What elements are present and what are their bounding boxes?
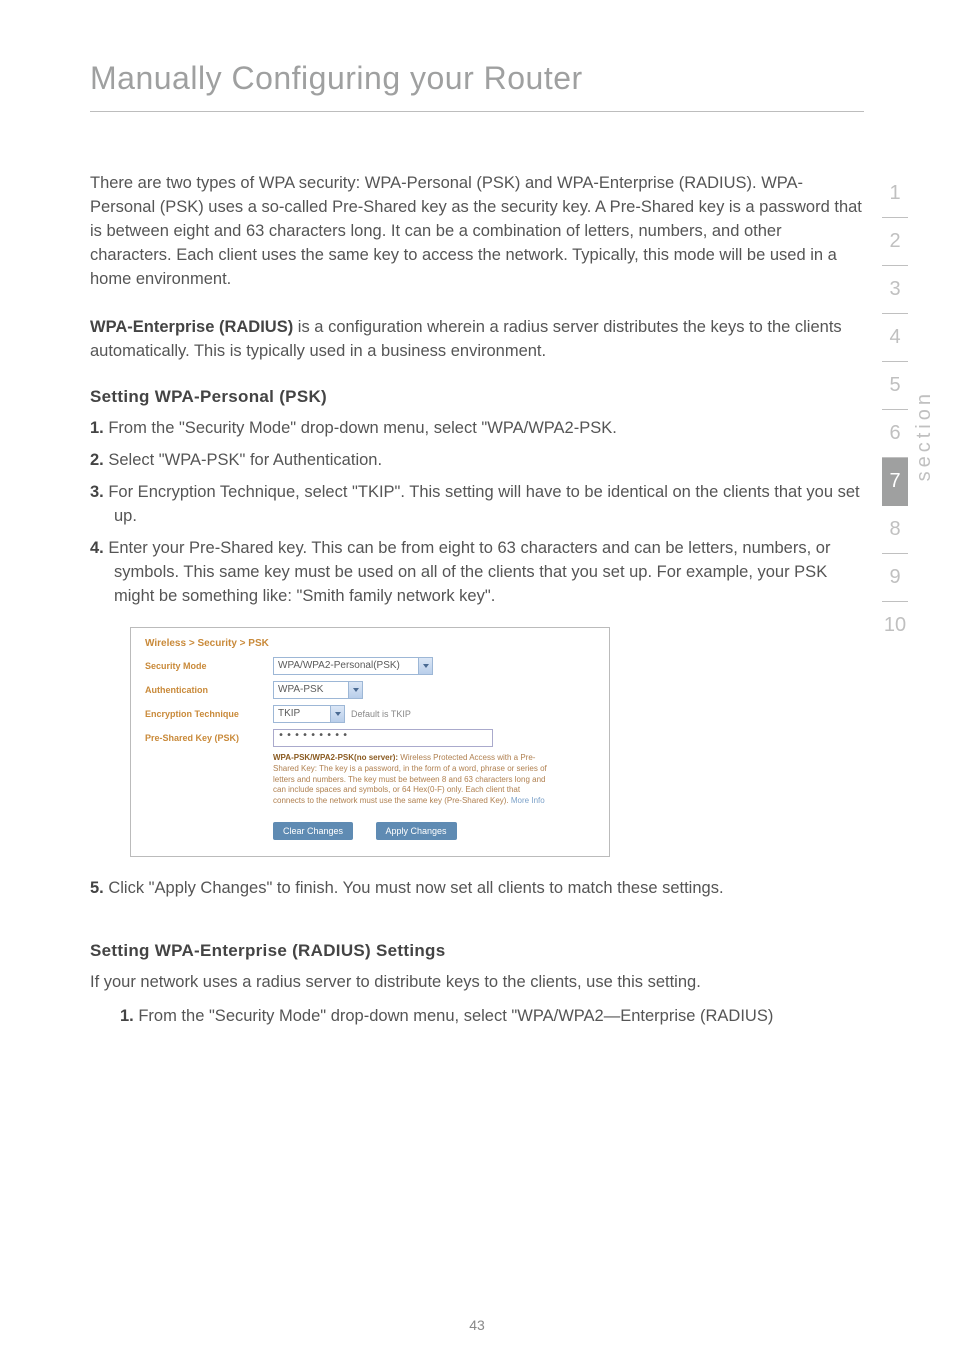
nav-item-7[interactable]: 7: [882, 458, 908, 506]
desc-bold: WPA-PSK/WPA2-PSK(no server):: [273, 753, 400, 762]
button-row: Clear Changes Apply Changes: [273, 821, 595, 840]
radius-step-1: 1. From the "Security Mode" drop-down me…: [90, 1005, 864, 1029]
select-encryption[interactable]: TKIP: [273, 705, 345, 723]
page-title: Manually Configuring your Router: [90, 60, 864, 112]
step-number: 3.: [90, 483, 104, 501]
nav-item-4[interactable]: 4: [882, 314, 908, 362]
step-text: From the "Security Mode" drop-down menu,…: [134, 1007, 774, 1025]
wpa-enterprise-label: WPA-Enterprise (RADIUS): [90, 318, 293, 336]
section-nav: 1 2 3 4 5 6 7 8 9 10: [882, 170, 908, 649]
clear-changes-button[interactable]: Clear Changes: [273, 822, 353, 840]
apply-changes-button[interactable]: Apply Changes: [376, 822, 457, 840]
step-number: 4.: [90, 539, 104, 557]
radius-intro: If your network uses a radius server to …: [90, 971, 864, 995]
chevron-down-icon: [418, 658, 432, 674]
label-security-mode: Security Mode: [145, 661, 273, 671]
psk-step-1: 1. From the "Security Mode" drop-down me…: [90, 417, 864, 441]
label-psk: Pre-Shared Key (PSK): [145, 733, 273, 743]
step-text: Select "WPA-PSK" for Authentication.: [104, 451, 382, 469]
step-text: Click "Apply Changes" to finish. You mus…: [104, 879, 724, 897]
step-text: Enter your Pre-Shared key. This can be f…: [104, 539, 831, 605]
select-authentication[interactable]: WPA-PSK: [273, 681, 363, 699]
more-info-link[interactable]: More Info: [511, 796, 545, 805]
step-text: From the "Security Mode" drop-down menu,…: [104, 419, 617, 437]
row-authentication: Authentication WPA-PSK: [145, 681, 595, 699]
psk-step-2: 2. Select "WPA-PSK" for Authentication.: [90, 449, 864, 473]
select-value: TKIP: [278, 708, 300, 719]
psk-step-5: 5. Click "Apply Changes" to finish. You …: [90, 877, 864, 901]
row-security-mode: Security Mode WPA/WPA2-Personal(PSK): [145, 657, 595, 675]
chevron-down-icon: [330, 706, 344, 722]
section-label: section: [913, 390, 936, 481]
psk-step-3: 3. For Encryption Technique, select "TKI…: [90, 481, 864, 529]
step-number: 1.: [90, 419, 104, 437]
nav-item-5[interactable]: 5: [882, 362, 908, 410]
chevron-down-icon: [348, 682, 362, 698]
step-text: For Encryption Technique, select "TKIP".…: [104, 483, 860, 525]
row-psk: Pre-Shared Key (PSK) •••••••••: [145, 729, 595, 747]
nav-item-1[interactable]: 1: [882, 170, 908, 218]
wpa-enterprise-paragraph: WPA-Enterprise (RADIUS) is a configurati…: [90, 316, 864, 364]
nav-item-9[interactable]: 9: [882, 554, 908, 602]
nav-item-3[interactable]: 3: [882, 266, 908, 314]
step-number: 2.: [90, 451, 104, 469]
settings-screenshot: Wireless > Security > PSK Security Mode …: [130, 627, 610, 857]
psk-description: WPA-PSK/WPA2-PSK(no server): Wireless Pr…: [273, 753, 553, 807]
step-number: 1.: [120, 1007, 134, 1025]
select-security-mode[interactable]: WPA/WPA2-Personal(PSK): [273, 657, 433, 675]
nav-item-6[interactable]: 6: [882, 410, 908, 458]
nav-item-10[interactable]: 10: [882, 602, 908, 649]
step-number: 5.: [90, 879, 104, 897]
select-value: WPA/WPA2-Personal(PSK): [278, 660, 400, 671]
heading-psk: Setting WPA-Personal (PSK): [90, 387, 864, 407]
psk-input[interactable]: •••••••••: [273, 729, 493, 747]
psk-step-4: 4. Enter your Pre-Shared key. This can b…: [90, 537, 864, 609]
intro-paragraph: There are two types of WPA security: WPA…: [90, 172, 864, 292]
row-encryption: Encryption Technique TKIP Default is TKI…: [145, 705, 595, 723]
label-encryption: Encryption Technique: [145, 709, 273, 719]
breadcrumb: Wireless > Security > PSK: [145, 638, 595, 649]
page-number: 43: [469, 1317, 485, 1333]
heading-radius: Setting WPA-Enterprise (RADIUS) Settings: [90, 941, 864, 961]
encryption-hint: Default is TKIP: [351, 709, 411, 719]
nav-item-8[interactable]: 8: [882, 506, 908, 554]
label-authentication: Authentication: [145, 685, 273, 695]
nav-item-2[interactable]: 2: [882, 218, 908, 266]
select-value: WPA-PSK: [278, 684, 323, 695]
